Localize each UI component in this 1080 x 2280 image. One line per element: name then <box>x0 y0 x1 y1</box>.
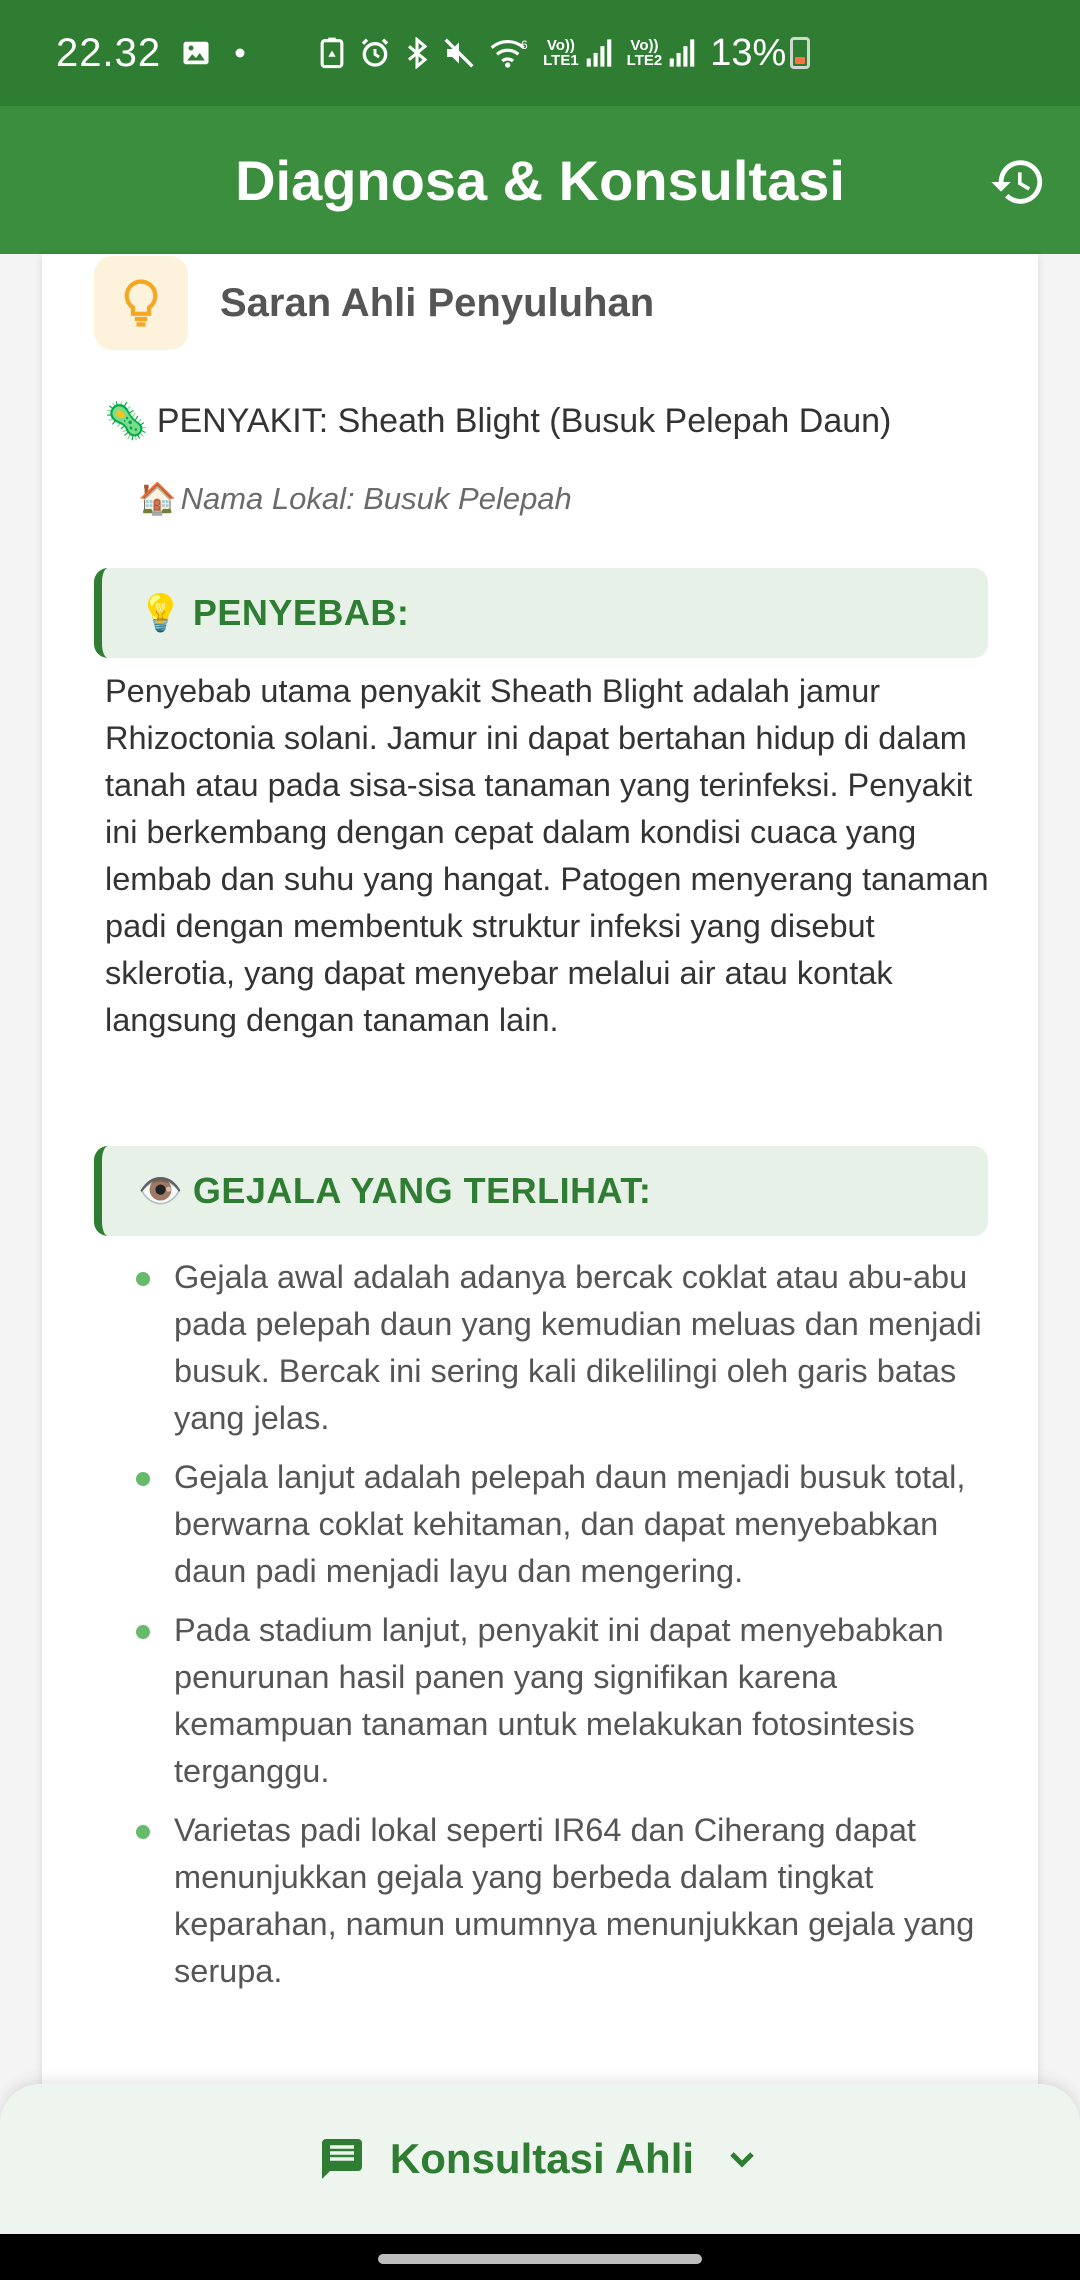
battery-percent: 13% <box>710 31 787 74</box>
signal-icon <box>668 38 696 68</box>
chevron-down-icon <box>730 2152 754 2168</box>
recycle-icon <box>319 37 345 69</box>
lightbulb-emoji-icon: 💡 <box>138 592 183 633</box>
dot-icon <box>235 48 245 58</box>
symptoms-section-header: 👁️ GEJALA YANG TERLIHAT: <box>94 1146 988 1236</box>
status-bar: 22.32 6 Vo)) LTE1 Vo)) LTE2 13% <box>0 0 1080 106</box>
consult-expert-button[interactable]: Konsultasi Ahli <box>318 2135 762 2183</box>
chat-icon <box>321 2139 362 2179</box>
wifi-icon: 6 <box>489 37 529 69</box>
disease-line: 🦠 PENYAKIT: Sheath Blight (Busuk Pelepah… <box>104 400 891 442</box>
card-header: Saran Ahli Penyuluhan <box>94 256 654 350</box>
local-name: Nama Lokal: Busuk Pelepah <box>180 480 572 516</box>
volte-1: Vo)) LTE1 <box>543 37 579 69</box>
list-item: Gejala lanjut adalah pelepah daun menjad… <box>136 1454 996 1595</box>
cause-section-header: 💡 PENYEBAB: <box>94 568 988 658</box>
status-time: 22.32 <box>56 30 162 75</box>
local-name-line: 🏠 Nama Lokal: Busuk Pelepah <box>138 480 572 517</box>
house-icon: 🏠 <box>138 481 177 516</box>
svg-text:6: 6 <box>521 38 528 52</box>
volte-2: Vo)) LTE2 <box>626 37 663 69</box>
list-item: Pada stadium lanjut, penyakit ini dapat … <box>136 1607 996 1795</box>
bluetooth-icon <box>405 37 429 69</box>
symptoms-heading: GEJALA YANG TERLIHAT: <box>192 1170 652 1211</box>
card-title: Saran Ahli Penyuluhan <box>220 280 655 325</box>
mute-icon <box>443 37 475 69</box>
symptoms-list: Gejala awal adalah adanya bercak coklat … <box>136 1254 996 2007</box>
bottom-sheet: Konsultasi Ahli <box>0 2084 1080 2234</box>
lightbulb-icon <box>124 279 158 327</box>
cause-heading: PENYEBAB: <box>192 592 410 633</box>
list-item: Gejala awal adalah adanya bercak coklat … <box>136 1254 996 1442</box>
cause-text: Penyebab utama penyakit Sheath Blight ad… <box>105 673 989 1038</box>
history-icon <box>991 160 1043 204</box>
alarm-icon <box>359 37 391 69</box>
battery-icon <box>790 37 811 69</box>
disease-name: PENYAKIT: Sheath Blight (Busuk Pelepah D… <box>156 401 892 440</box>
home-indicator[interactable] <box>378 2254 702 2264</box>
gallery-icon <box>181 38 211 68</box>
bulb-icon-box <box>94 256 188 350</box>
list-item: Varietas padi lokal seperti IR64 dan Cih… <box>136 1807 996 1995</box>
microbe-icon: 🦠 <box>104 400 149 441</box>
app-bar: Diagnosa & Konsultasi <box>0 106 1080 254</box>
consult-expert-label: Konsultasi Ahli <box>389 2135 695 2182</box>
signal-icon <box>585 38 613 68</box>
history-button[interactable] <box>988 152 1048 212</box>
advice-card: Saran Ahli Penyuluhan 🦠 PENYAKIT: Sheath… <box>42 254 1038 2124</box>
eye-icon: 👁️ <box>138 1170 183 1211</box>
page-title: Diagnosa & Konsultasi <box>235 148 845 212</box>
